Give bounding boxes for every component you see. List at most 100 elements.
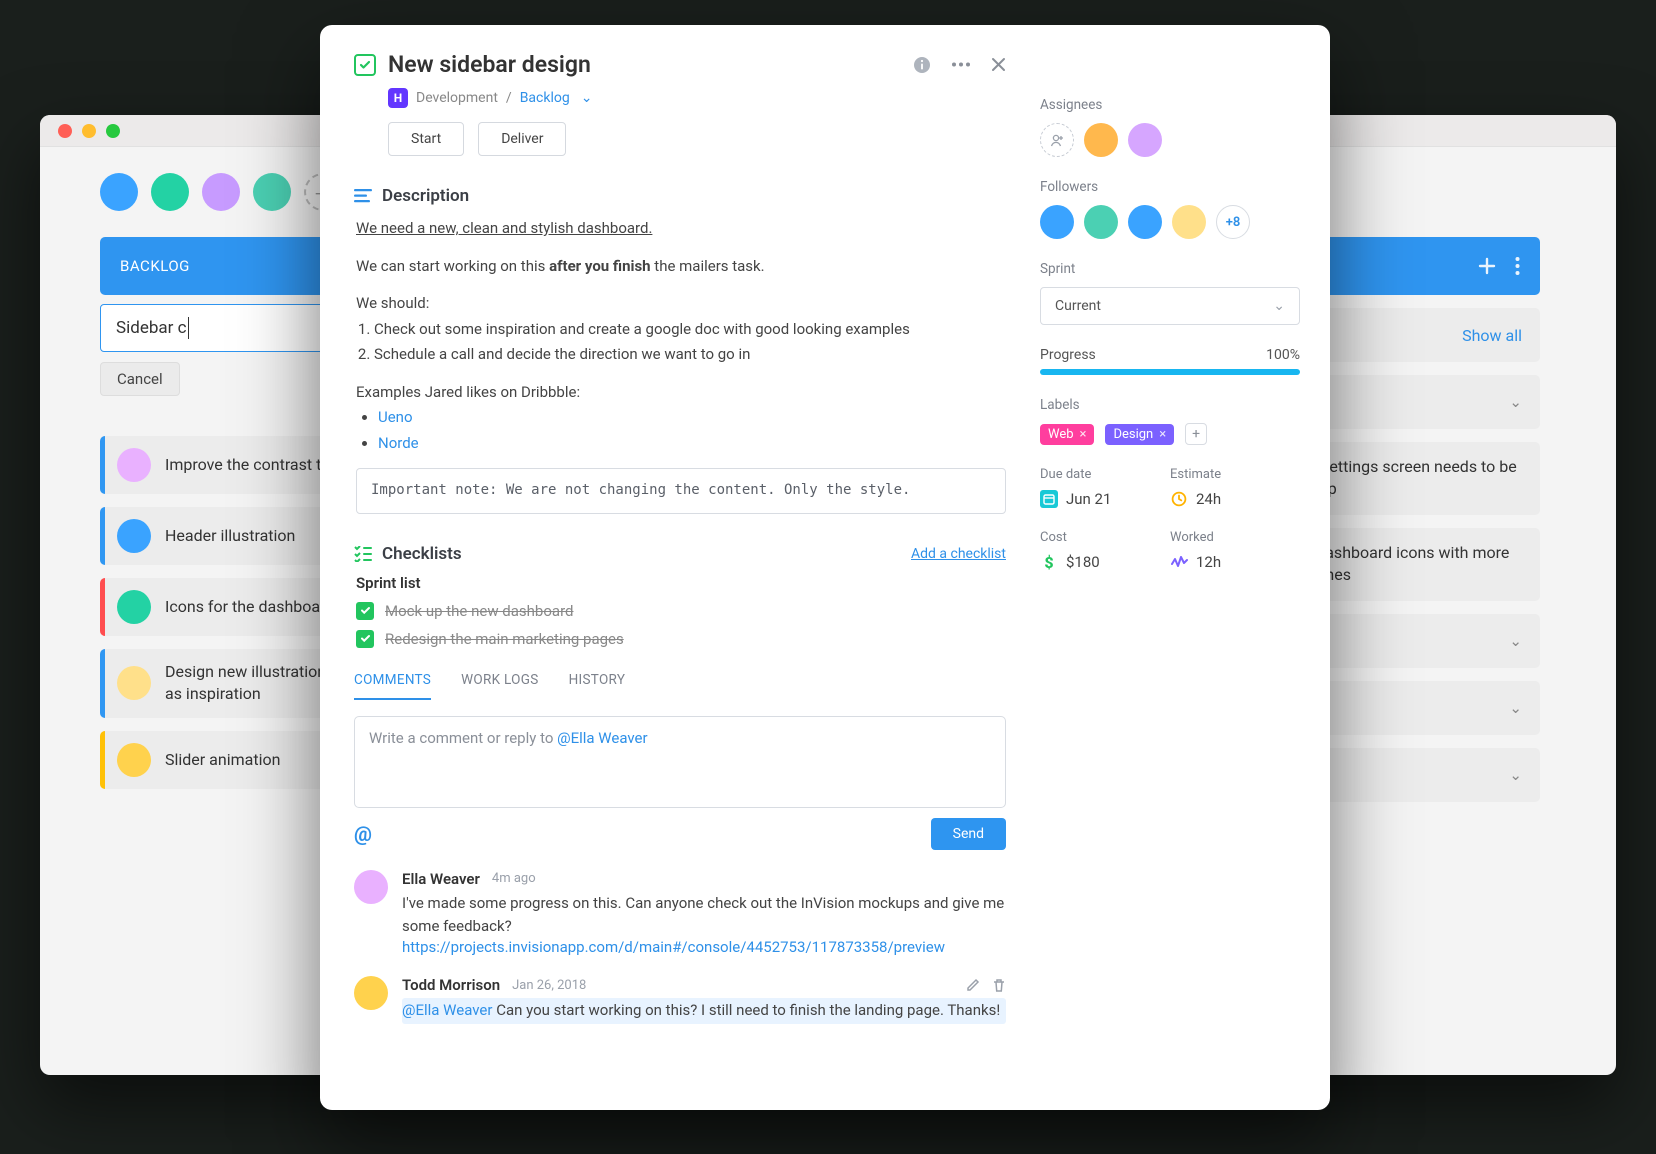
meta-label: Cost <box>1040 530 1170 545</box>
follower-avatar[interactable] <box>1128 205 1162 239</box>
progress-bar <box>1040 369 1300 375</box>
traffic-light-minimize[interactable] <box>82 124 96 138</box>
priority-stripe <box>100 507 105 565</box>
column-title: BACKLOG <box>120 257 190 275</box>
add-label-button[interactable]: + <box>1185 423 1207 445</box>
tab-comments[interactable]: COMMENTS <box>354 672 431 700</box>
remove-label-icon[interactable]: × <box>1159 427 1166 442</box>
checklist-item[interactable]: Redesign the main marketing pages <box>356 630 1004 648</box>
breadcrumb: H Development / Backlog ⌄ <box>388 88 1006 108</box>
checklist-icon <box>354 546 372 562</box>
assignee-avatar[interactable] <box>117 590 151 624</box>
worked[interactable]: Worked 12h <box>1170 530 1300 571</box>
action-buttons: Start Deliver <box>388 122 1006 156</box>
checkbox-icon[interactable] <box>356 602 374 620</box>
description-line: Examples Jared likes on Dribbble: <box>356 380 1006 406</box>
label-pill[interactable]: Web× <box>1040 424 1094 445</box>
sprint-select[interactable]: Current ⌄ <box>1040 287 1300 325</box>
priority-stripe <box>100 436 105 494</box>
description-body[interactable]: We need a new, clean and stylish dashboa… <box>356 216 1006 514</box>
checklist-name: Sprint list <box>356 574 1004 592</box>
comment: Todd Morrison Jan 26, 2018 @Ella Weaver … <box>354 976 1006 1023</box>
comment-input[interactable]: Write a comment or reply to @Ella Weaver <box>354 716 1006 808</box>
chevron-down-icon: ⌄ <box>1509 699 1522 717</box>
mention-icon[interactable]: @ <box>354 822 372 846</box>
follower-avatar[interactable] <box>1084 205 1118 239</box>
edit-icon[interactable] <box>965 978 980 993</box>
meta-label: Estimate <box>1170 467 1300 482</box>
followers-section: Followers +8 <box>1040 179 1300 239</box>
tab-worklogs[interactable]: WORK LOGS <box>461 672 538 700</box>
description-section: Description We need a new, clean and sty… <box>354 186 1006 514</box>
progress-section: Progress 100% <box>1040 347 1300 375</box>
new-task-text: Sidebar c <box>116 318 187 338</box>
task-title: Header illustration <box>165 525 295 547</box>
column-menu-icon[interactable] <box>1515 256 1520 276</box>
comment-time: 4m ago <box>492 871 536 886</box>
assignee-avatar[interactable] <box>117 666 151 700</box>
section-heading: Checklists <box>382 544 462 564</box>
due-date[interactable]: Due date Jun 21 <box>1040 467 1170 508</box>
modal-header: New sidebar design <box>354 51 1006 78</box>
member-avatar[interactable] <box>202 173 240 211</box>
chevron-down-icon: ⌄ <box>1509 766 1522 784</box>
comment-author: Ella Weaver <box>402 870 480 888</box>
assignee-avatar[interactable] <box>117 519 151 553</box>
checklist-item[interactable]: Mock up the new dashboard <box>356 602 1004 620</box>
member-avatar[interactable] <box>253 173 291 211</box>
assignee-avatar[interactable] <box>1084 123 1118 157</box>
comment-avatar[interactable] <box>354 870 388 904</box>
follower-avatar[interactable] <box>1172 205 1206 239</box>
calendar-icon <box>1040 490 1058 508</box>
task-status-icon[interactable] <box>354 54 376 76</box>
remove-label-icon[interactable]: × <box>1080 427 1087 442</box>
project-state-link[interactable]: Backlog <box>520 90 570 106</box>
clock-icon <box>1170 490 1188 508</box>
dollar-icon: $ <box>1040 553 1058 571</box>
task-modal: New sidebar design H Development / Backl… <box>320 25 1330 1110</box>
mention[interactable]: @Ella Weaver <box>402 1001 492 1019</box>
send-button[interactable]: Send <box>931 818 1006 850</box>
tab-history[interactable]: HISTORY <box>569 672 626 700</box>
project-name[interactable]: Development <box>416 90 498 106</box>
cost[interactable]: Cost $$180 <box>1040 530 1170 571</box>
follower-avatar[interactable] <box>1040 205 1074 239</box>
description-link[interactable]: Norde <box>378 434 419 452</box>
description-link[interactable]: Ueno <box>378 408 413 426</box>
progress-value: 100% <box>1266 347 1300 363</box>
info-icon[interactable] <box>913 56 931 74</box>
text-caret <box>188 317 189 339</box>
priority-stripe <box>100 731 105 789</box>
deliver-button[interactable]: Deliver <box>478 122 566 156</box>
start-button[interactable]: Start <box>388 122 464 156</box>
project-tag[interactable]: H <box>388 88 408 108</box>
assignee-avatar[interactable] <box>117 448 151 482</box>
show-all-link[interactable]: Show all <box>1462 326 1522 345</box>
comment-link[interactable]: https://projects.invisionapp.com/d/main#… <box>402 938 945 956</box>
checkbox-icon[interactable] <box>356 630 374 648</box>
cancel-button[interactable]: Cancel <box>100 362 180 396</box>
meta-value: 24h <box>1196 490 1221 508</box>
checklist-label: Mock up the new dashboard <box>385 602 573 620</box>
add-task-icon[interactable] <box>1477 256 1497 276</box>
traffic-light-zoom[interactable] <box>106 124 120 138</box>
chevron-down-icon[interactable]: ⌄ <box>581 90 593 106</box>
assignee-avatar[interactable] <box>117 743 151 777</box>
followers-more[interactable]: +8 <box>1216 205 1250 239</box>
description-icon <box>354 189 372 203</box>
add-checklist-link[interactable]: Add a checklist <box>911 546 1006 562</box>
description-list-item: Schedule a call and decide the direction… <box>374 342 1006 368</box>
close-icon[interactable] <box>991 57 1006 72</box>
meta-label: Due date <box>1040 467 1170 482</box>
label-pill[interactable]: Design× <box>1105 424 1174 445</box>
member-avatar[interactable] <box>151 173 189 211</box>
member-avatar[interactable] <box>100 173 138 211</box>
assignee-avatar[interactable] <box>1128 123 1162 157</box>
delete-icon[interactable] <box>992 978 1006 993</box>
traffic-light-close[interactable] <box>58 124 72 138</box>
meta-value: Jun 21 <box>1066 490 1111 508</box>
comment-avatar[interactable] <box>354 976 388 1010</box>
estimate[interactable]: Estimate 24h <box>1170 467 1300 508</box>
more-icon[interactable] <box>951 62 971 67</box>
add-assignee-button[interactable] <box>1040 123 1074 157</box>
